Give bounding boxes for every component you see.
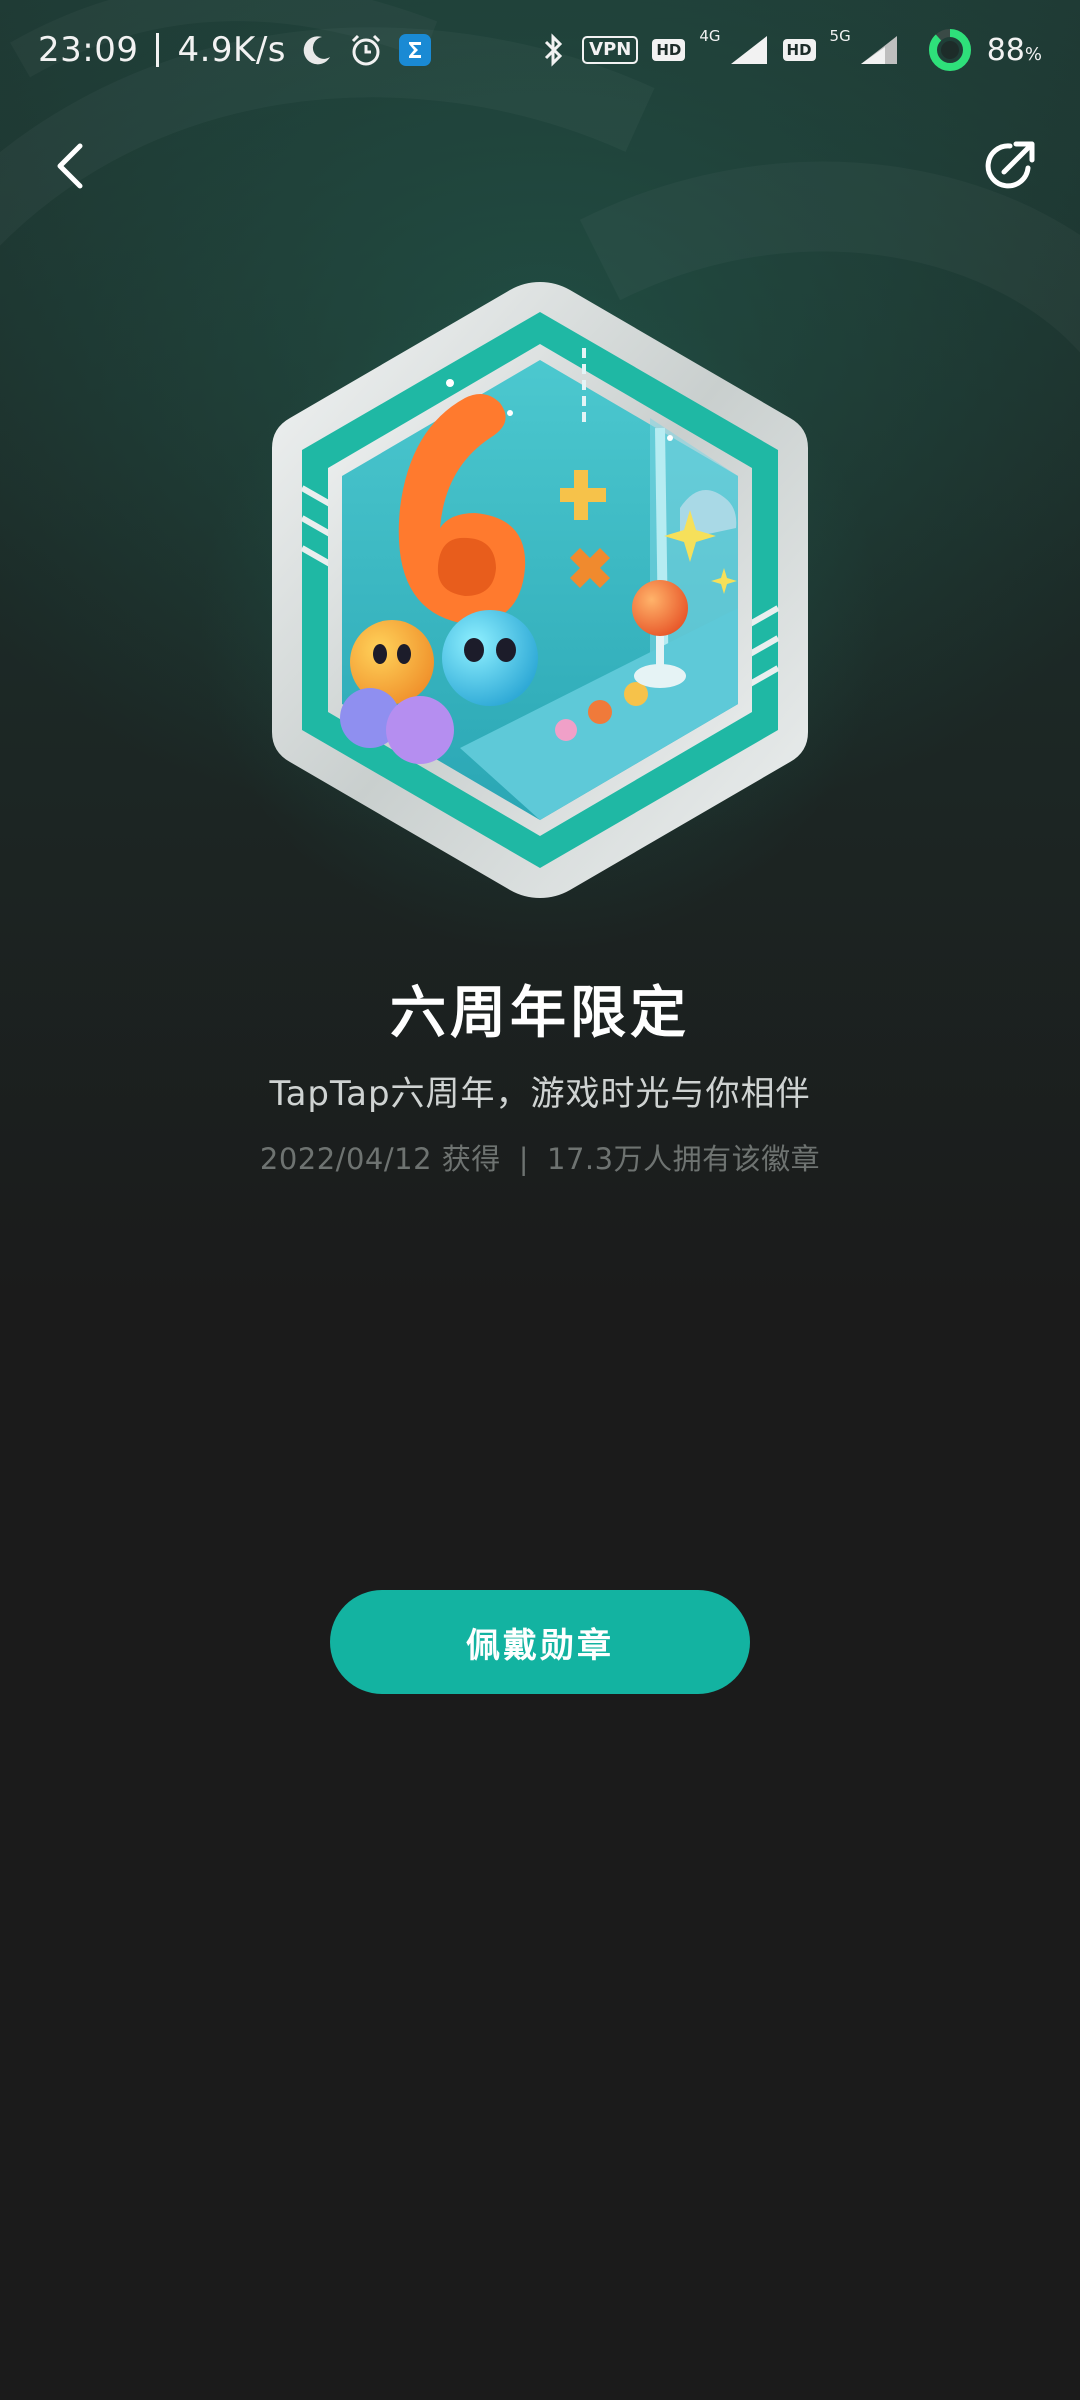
signal-icon <box>859 34 899 66</box>
status-bar: 23:09 4.9K/s VPN HD 4G HD 5G 88% <box>0 0 1080 100</box>
vpn-icon: VPN <box>582 36 639 64</box>
network-speed: 4.9K/s <box>177 30 287 70</box>
battery-unit: % <box>1024 43 1042 65</box>
battery-percent: 88% <box>987 33 1042 68</box>
status-left: 23:09 4.9K/s <box>38 30 432 70</box>
battery-ring-icon <box>927 27 973 73</box>
badge-description: TapTap六周年，游戏时光与你相伴 <box>269 1074 811 1114</box>
hd-icon: HD <box>782 39 816 61</box>
hd-icon: HD <box>652 39 686 61</box>
sigma-app-icon <box>398 33 432 67</box>
network-type-label: 4G <box>699 27 721 45</box>
wear-badge-button[interactable]: 佩戴勋章 <box>330 1590 750 1694</box>
owners-count: 17.3万人拥有该徽章 <box>547 1142 821 1176</box>
status-time: 23:09 <box>38 30 139 70</box>
battery-value: 88 <box>986 32 1025 68</box>
network-type-label: 5G <box>829 27 851 45</box>
badge-title: 六周年限定 <box>390 980 690 1046</box>
moon-icon <box>300 33 334 67</box>
badge-meta: 2022/04/12 获得 | 17.3万人拥有该徽章 <box>0 1136 1080 1178</box>
share-button[interactable] <box>972 128 1048 204</box>
meta-separator: | <box>518 1142 530 1176</box>
status-right: VPN HD 4G HD 5G 88% <box>538 27 1042 73</box>
status-separator <box>156 33 160 67</box>
back-button[interactable] <box>32 128 108 204</box>
badge-image <box>260 278 820 902</box>
signal-icon <box>729 34 769 66</box>
chevron-left-icon <box>57 143 83 189</box>
share-icon <box>985 141 1035 189</box>
bluetooth-icon <box>538 32 568 68</box>
obtained-date: 2022/04/12 获得 <box>259 1142 501 1176</box>
alarm-icon <box>348 32 384 68</box>
